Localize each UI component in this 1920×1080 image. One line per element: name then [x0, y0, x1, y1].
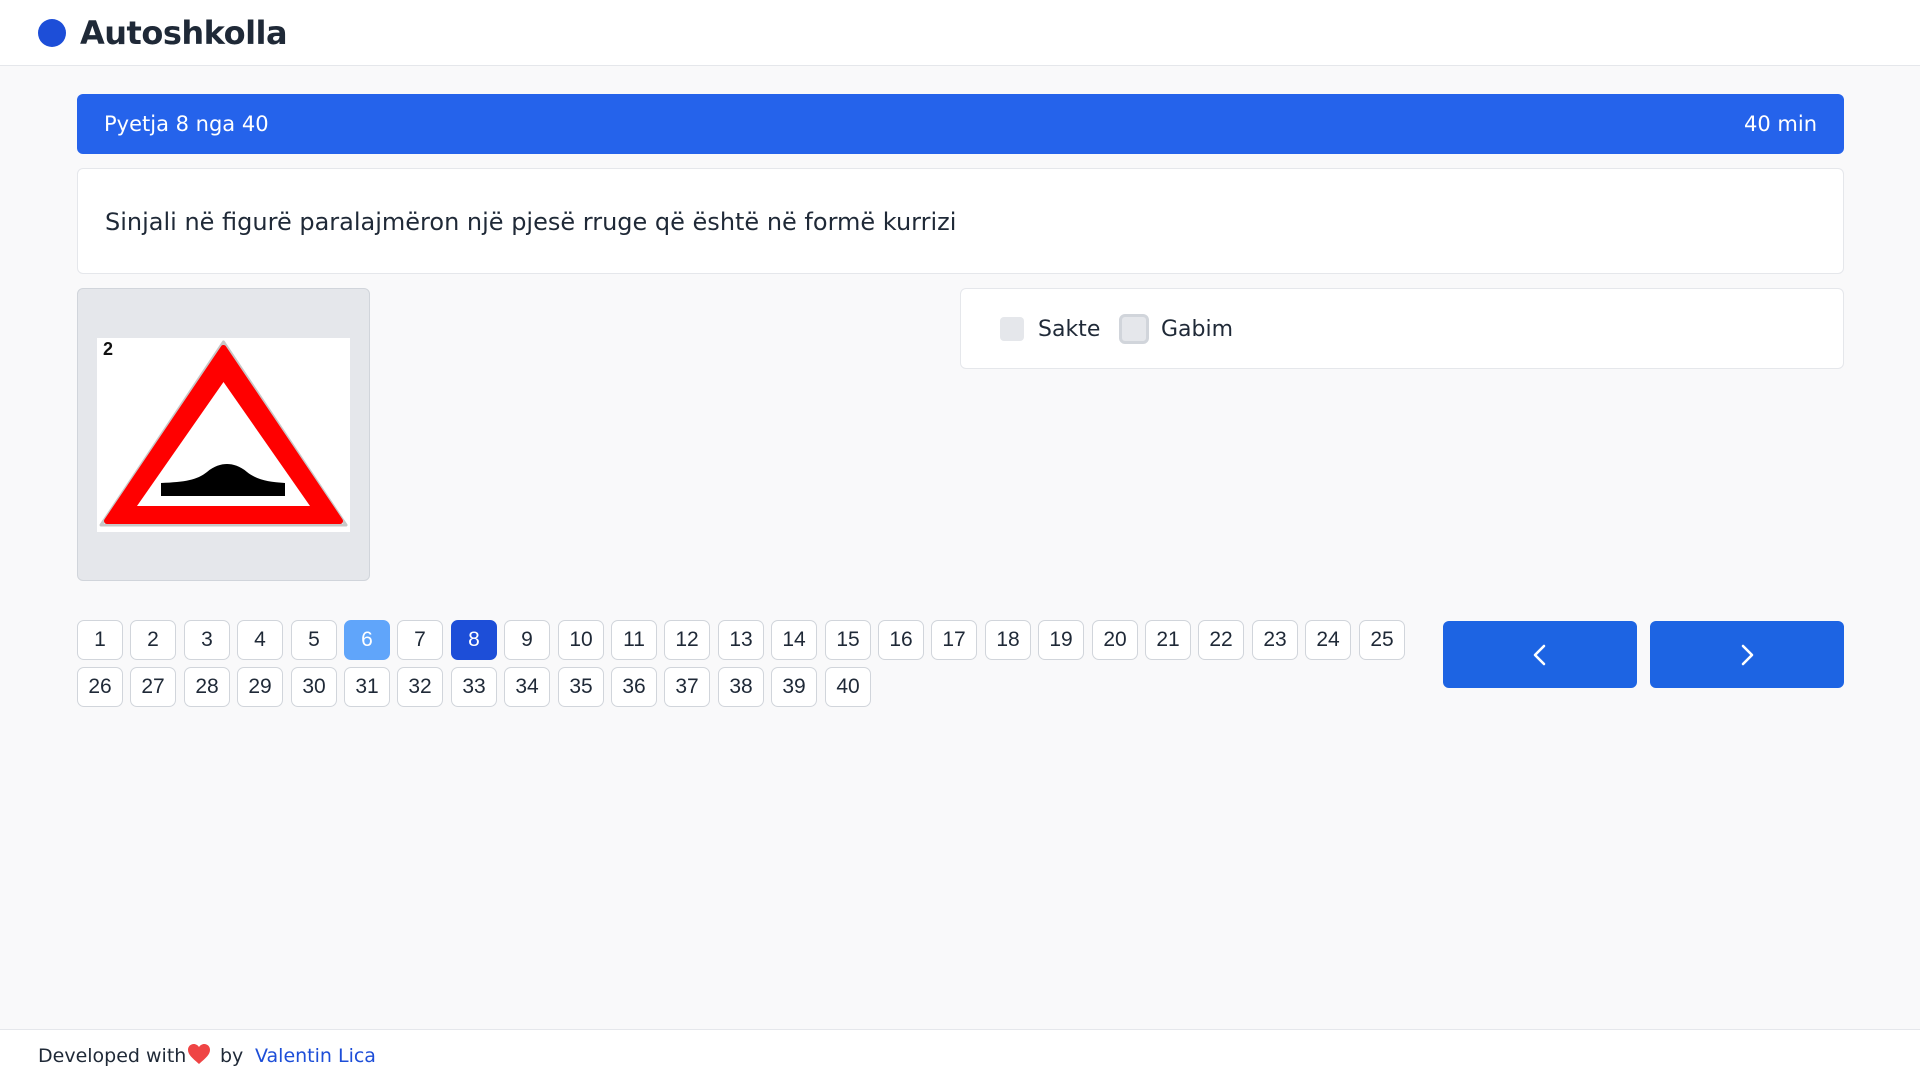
page-button-13[interactable]: 13	[718, 620, 764, 660]
page-button-25[interactable]: 25	[1359, 620, 1405, 660]
speed-bump-warning-sign-icon	[99, 340, 348, 527]
page-button-17[interactable]: 17	[931, 620, 977, 660]
option-sakte-label: Sakte	[1038, 316, 1101, 342]
page-button-9[interactable]: 9	[504, 620, 550, 660]
question-card: Sinjali në figurë paralajmëron një pjesë…	[77, 168, 1844, 274]
page-button-38[interactable]: 38	[718, 667, 764, 707]
page-button-18[interactable]: 18	[985, 620, 1031, 660]
page-button-16[interactable]: 16	[878, 620, 924, 660]
heart-icon	[188, 1044, 210, 1064]
page-button-14[interactable]: 14	[771, 620, 817, 660]
page-button-21[interactable]: 21	[1145, 620, 1191, 660]
page-button-1[interactable]: 1	[77, 620, 123, 660]
page-button-39[interactable]: 39	[771, 667, 817, 707]
page-button-37[interactable]: 37	[664, 667, 710, 707]
next-button[interactable]	[1650, 621, 1844, 688]
page-button-10[interactable]: 10	[558, 620, 604, 660]
author-link[interactable]: Valentin Lica	[255, 1044, 376, 1068]
page-button-7[interactable]: 7	[397, 620, 443, 660]
page-button-5[interactable]: 5	[291, 620, 337, 660]
page-button-23[interactable]: 23	[1252, 620, 1298, 660]
top-bar: Autoshkolla	[0, 0, 1920, 66]
page-button-20[interactable]: 20	[1092, 620, 1138, 660]
page-button-33[interactable]: 33	[451, 667, 497, 707]
answer-options: Sakte Gabim	[960, 288, 1844, 369]
page-button-28[interactable]: 28	[184, 667, 230, 707]
app-title[interactable]: Autoshkolla	[80, 13, 288, 53]
question-image: 2	[97, 338, 350, 532]
option-gabim-label: Gabim	[1161, 316, 1234, 342]
checkbox-sakte[interactable]	[1000, 317, 1024, 341]
page-button-4[interactable]: 4	[237, 620, 283, 660]
chevron-left-icon	[1533, 644, 1546, 666]
question-image-panel: 2	[77, 288, 370, 581]
option-gabim[interactable]: Gabim	[1119, 314, 1233, 344]
question-counter: Pyetja 8 nga 40	[104, 112, 269, 136]
page-button-31[interactable]: 31	[344, 667, 390, 707]
page-button-40[interactable]: 40	[825, 667, 871, 707]
page-button-3[interactable]: 3	[184, 620, 230, 660]
page-button-8[interactable]: 8	[451, 620, 497, 660]
option-sakte[interactable]: Sakte	[1000, 314, 1100, 344]
page-button-19[interactable]: 19	[1038, 620, 1084, 660]
chevron-right-icon	[1741, 644, 1754, 666]
page-button-11[interactable]: 11	[611, 620, 657, 660]
sign-number: 2	[103, 339, 114, 359]
footer-text: Developed with	[38, 1045, 187, 1067]
page-button-2[interactable]: 2	[130, 620, 176, 660]
page-button-35[interactable]: 35	[558, 667, 604, 707]
question-text: Sinjali në figurë paralajmëron një pjesë…	[105, 208, 957, 236]
page-button-36[interactable]: 36	[611, 667, 657, 707]
page-button-34[interactable]: 34	[504, 667, 550, 707]
checkbox-gabim[interactable]	[1119, 314, 1149, 344]
footer-by: by	[220, 1045, 244, 1067]
page-button-30[interactable]: 30	[291, 667, 337, 707]
logo-icon	[38, 19, 66, 47]
page-button-29[interactable]: 29	[237, 667, 283, 707]
previous-button[interactable]	[1443, 621, 1637, 688]
question-header: Pyetja 8 nga 40 40 min	[77, 94, 1844, 154]
page-button-6[interactable]: 6	[344, 620, 390, 660]
footer: Developed with by Valentin Lica	[0, 1029, 1920, 1080]
page-button-24[interactable]: 24	[1305, 620, 1351, 660]
page-button-15[interactable]: 15	[825, 620, 871, 660]
timer: 40 min	[1744, 112, 1817, 136]
page-button-27[interactable]: 27	[130, 667, 176, 707]
page-button-12[interactable]: 12	[664, 620, 710, 660]
page-button-22[interactable]: 22	[1198, 620, 1244, 660]
page-button-32[interactable]: 32	[397, 667, 443, 707]
page-button-26[interactable]: 26	[77, 667, 123, 707]
